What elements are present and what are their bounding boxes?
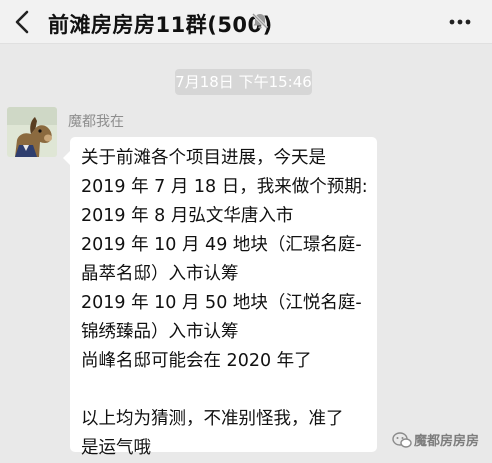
sender-avatar[interactable]: [7, 107, 57, 157]
message-line: 是运气哦: [81, 438, 151, 458]
message-bubble[interactable]: 关于前滩各个项目进展，今天是 2019 年 7 月 18 日，我来做个预期: 2…: [63, 137, 377, 458]
message-timestamp: 7月18日 下午15:46: [175, 69, 312, 95]
message-line: 2019 年 10 月 50 地块（江悦名庭-: [81, 293, 362, 313]
horse-avatar-icon: [7, 107, 57, 157]
back-button[interactable]: [12, 8, 34, 36]
message-line: 关于前滩各个项目进展，今天是: [81, 148, 326, 168]
sender-name: 魔都我在: [68, 114, 124, 130]
chat-title: 前滩房房房11群(500): [48, 13, 273, 37]
wechat-official-account-icon: [392, 432, 412, 448]
chat-header: 前滩房房房11群(500): [0, 0, 492, 44]
message-line: 以上均为猜测，不准别怪我，准了: [81, 409, 344, 429]
more-options-button[interactable]: [448, 10, 472, 34]
message-line: 锦绣臻品）入市认筹: [81, 322, 239, 342]
message-line: 2019 年 7 月 18 日，我来做个预期:: [81, 177, 368, 197]
more-dots-icon: [449, 19, 471, 25]
message-line: 2019 年 8 月弘文华唐入市: [81, 206, 294, 226]
bell-muted-icon: [250, 11, 270, 31]
message-line: 尚峰名邸可能会在 2020 年了: [81, 351, 312, 371]
watermark-text: 魔都房房房: [414, 434, 480, 449]
message-line: 晶萃名邸）入市认筹: [81, 264, 239, 284]
message-line: 2019 年 10 月 49 地块（汇璟名庭-: [81, 235, 362, 255]
back-arrow-icon: [15, 10, 29, 34]
